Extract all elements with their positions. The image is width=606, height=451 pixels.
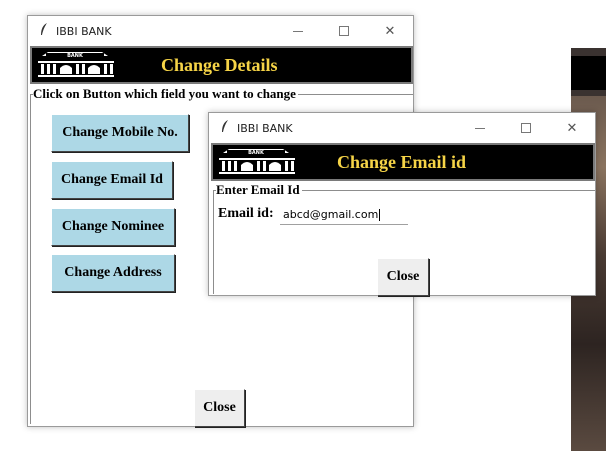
change-email-dialog: IBBI BANK ✕ BANK Change Email id Enter E… — [208, 112, 596, 296]
background-window-titlebar — [571, 8, 606, 48]
main-window-title: IBBI BANK — [56, 24, 112, 38]
change-address-button[interactable]: Change Address — [51, 254, 175, 292]
close-icon[interactable]: ✕ — [549, 113, 595, 143]
main-group-label: Click on Button which field you want to … — [33, 86, 298, 102]
dialog-header-title: Change Email id — [337, 151, 467, 172]
dialog-close-button[interactable]: Close — [377, 258, 429, 296]
email-field[interactable]: abcd@gmail.com — [280, 205, 408, 225]
feather-icon — [36, 23, 52, 39]
email-label: Email id: — [218, 206, 274, 221]
dialog-group-label: Enter Email Id — [216, 182, 302, 198]
change-mobile-button[interactable]: Change Mobile No. — [51, 114, 189, 152]
close-icon[interactable]: ✕ — [367, 16, 413, 46]
dialog-banner: BANK Change Email id — [211, 143, 595, 181]
bank-logo: BANK — [36, 51, 116, 79]
dialog-window-title: IBBI BANK — [237, 121, 293, 135]
email-field-value: abcd@gmail.com — [283, 208, 379, 221]
minimize-icon[interactable] — [457, 113, 503, 143]
feather-icon — [217, 120, 233, 136]
main-header-title: Change Details — [161, 54, 278, 75]
logo-text: BANK — [67, 53, 84, 59]
dialog-titlebar: IBBI BANK ✕ — [209, 113, 595, 143]
logo-text: BANK — [248, 150, 265, 156]
maximize-icon[interactable] — [321, 16, 367, 46]
bank-logo: BANK — [217, 148, 297, 176]
maximize-icon[interactable] — [503, 113, 549, 143]
main-banner: BANK Change Details — [30, 46, 413, 84]
main-close-button[interactable]: Close — [194, 389, 245, 427]
main-titlebar: IBBI BANK ✕ — [28, 16, 413, 46]
change-email-button[interactable]: Change Email Id — [51, 161, 173, 199]
minimize-icon[interactable] — [275, 16, 321, 46]
background-window-header — [571, 56, 606, 90]
change-nominee-button[interactable]: Change Nominee — [51, 208, 175, 246]
